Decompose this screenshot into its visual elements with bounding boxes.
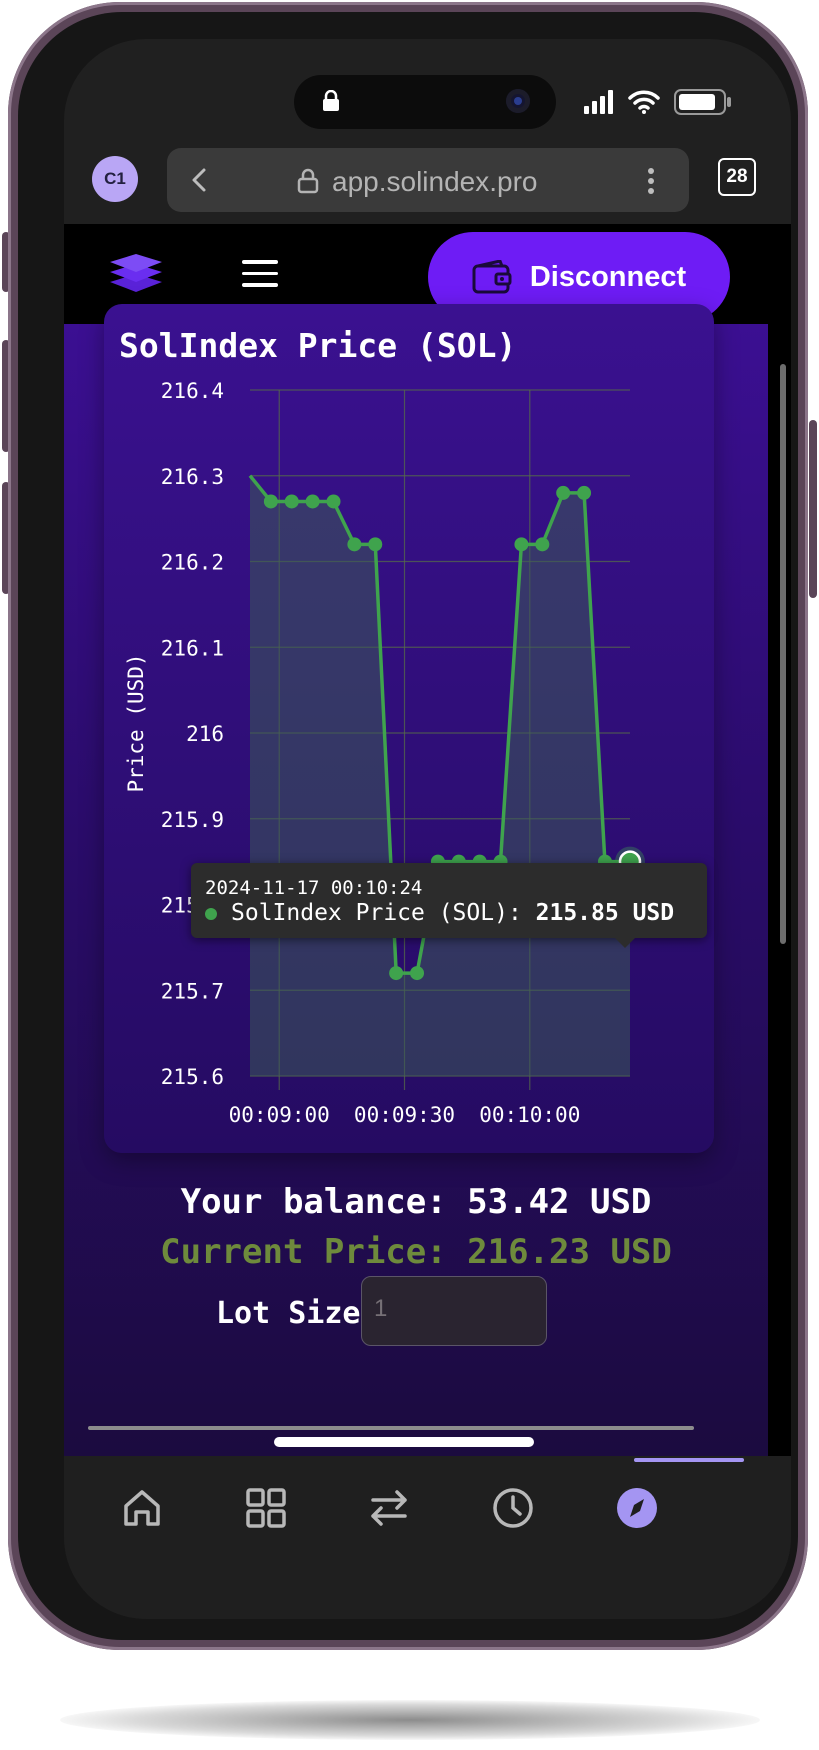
data-point	[326, 494, 341, 509]
grid-icon[interactable]	[242, 1484, 290, 1532]
x-tick-label: 00:09:30	[354, 1103, 455, 1127]
web-content: Disconnect SolIndex Price (SOL) 216.4 216…	[64, 224, 791, 1456]
y-tick-label: 216	[186, 722, 224, 746]
battery-icon	[674, 89, 731, 115]
data-point	[368, 537, 383, 552]
current-price-text: Current Price: 216.23 USD	[160, 1232, 672, 1272]
camera-icon	[506, 89, 530, 113]
disconnect-label: Disconnect	[529, 260, 687, 293]
chart-tooltip: 2024-11-17 00:10:24 SolIndex Price (SOL)…	[191, 863, 707, 948]
lot-size-label: Lot Size	[216, 1296, 361, 1331]
clock-icon[interactable]	[489, 1484, 537, 1532]
back-icon[interactable]	[187, 166, 213, 194]
data-point	[389, 966, 404, 981]
y-tick-label: 216.2	[161, 551, 224, 575]
lot-size-input[interactable]: 1	[361, 1276, 547, 1346]
y-tick-label: 215.7	[161, 979, 224, 1003]
address-bar[interactable]: app.solindex.pro	[167, 148, 689, 212]
compass-icon[interactable]	[613, 1484, 661, 1532]
url-text[interactable]: app.solindex.pro	[332, 166, 537, 198]
tooltip-line: SolIndex Price (SOL): 215.85 USD	[231, 900, 674, 926]
data-point	[514, 537, 529, 552]
x-tick-label: 00:10:00	[479, 1103, 580, 1127]
wifi-icon	[628, 90, 660, 114]
status-bar	[584, 89, 732, 115]
main-content: SolIndex Price (SOL) 216.4 216.3 216.2 216.…	[64, 304, 768, 1456]
data-point	[284, 494, 299, 509]
phone-frame: C1 app.solindex.pro 28 Disconnect SolInd…	[8, 2, 808, 1650]
bottom-navigation	[64, 1456, 791, 1619]
profile-avatar[interactable]: C1	[92, 156, 138, 202]
data-point	[263, 494, 278, 509]
tooltip-series-label: SolIndex Price (SOL):	[231, 900, 536, 926]
more-vert-icon[interactable]	[647, 166, 655, 196]
swap-icon[interactable]	[365, 1484, 413, 1532]
solindex-logo-icon[interactable]	[108, 250, 164, 294]
tooltip-value: 215.85 USD	[535, 900, 675, 926]
tooltip-arrow	[615, 938, 635, 948]
menu-icon[interactable]	[242, 260, 278, 288]
price-chart[interactable]: 216.4216.3216.2216.1216215.9215.8215.721…	[64, 324, 768, 1164]
home-indicator[interactable]	[274, 1437, 534, 1447]
vertical-scrollbar[interactable]	[780, 364, 786, 944]
y-tick-label: 215.6	[161, 1065, 224, 1089]
x-tick-label: 00:09:00	[229, 1103, 330, 1127]
secure-lock-icon	[297, 168, 319, 194]
data-point	[410, 966, 425, 981]
signal-icon	[584, 90, 613, 114]
data-point	[556, 485, 571, 500]
tooltip-series-swatch	[205, 908, 217, 920]
screen: C1 app.solindex.pro 28 Disconnect SolInd…	[64, 39, 791, 1619]
power-button	[809, 420, 817, 598]
y-axis-label: Price (USD)	[124, 653, 148, 792]
y-tick-label: 216.4	[161, 379, 224, 403]
y-tick-label: 215.9	[161, 808, 224, 832]
lock-icon	[323, 90, 339, 111]
horizontal-scrollbar[interactable]	[88, 1426, 694, 1430]
data-point	[535, 537, 550, 552]
y-tick-label: 216.1	[161, 636, 224, 660]
data-point	[305, 494, 320, 509]
y-tick-label: 216.3	[161, 465, 224, 489]
device-shadow	[60, 1700, 760, 1740]
active-tab-indicator	[634, 1458, 744, 1462]
tooltip-time: 2024-11-17 00:10:24	[205, 877, 423, 899]
data-point	[577, 485, 592, 500]
data-point	[347, 537, 362, 552]
wallet-icon	[472, 260, 512, 294]
dynamic-island	[294, 75, 556, 129]
series-area	[250, 475, 630, 1076]
browser-toolbar: C1 app.solindex.pro 28	[64, 134, 791, 224]
tab-switcher-button[interactable]: 28	[718, 158, 756, 196]
home-icon[interactable]	[118, 1484, 166, 1532]
balance-text: Your balance: 53.42 USD	[180, 1182, 652, 1222]
